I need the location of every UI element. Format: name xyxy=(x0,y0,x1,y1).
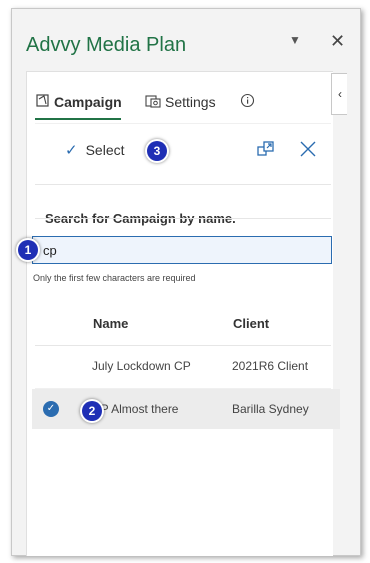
pane-close-icon[interactable]: ✕ xyxy=(330,31,345,52)
callout-badge-3: 3 xyxy=(147,141,167,161)
tab-info[interactable] xyxy=(240,91,255,113)
tab-divider xyxy=(35,123,331,124)
settings-icon xyxy=(145,94,161,111)
open-link-icon[interactable] xyxy=(256,139,276,164)
pane-options-chevron-icon[interactable]: ▼ xyxy=(289,33,301,47)
active-tab-indicator xyxy=(35,118,121,120)
search-hint: Only the first few characters are requir… xyxy=(33,273,196,283)
close-icon[interactable] xyxy=(298,139,318,164)
search-divider xyxy=(35,218,331,219)
toolbar-divider xyxy=(35,184,331,185)
campaign-icon xyxy=(35,93,50,111)
row-name: CP Almost there xyxy=(92,402,179,416)
row-client: Barilla Sydney xyxy=(232,402,309,416)
pane-scroll-strip xyxy=(347,71,360,555)
select-button-label: Select xyxy=(85,142,125,158)
table-row-selected[interactable]: ✓ CP Almost there Barilla Sydney xyxy=(32,389,340,429)
collapse-pane-chevron-icon[interactable]: ‹ xyxy=(331,73,348,115)
column-header-name[interactable]: Name xyxy=(93,316,128,331)
task-pane: Advvy Media Plan ▼ ✕ Campaign Settings ✓… xyxy=(11,8,361,556)
tab-settings-label: Settings xyxy=(165,94,216,110)
info-icon xyxy=(240,93,255,111)
tab-settings[interactable]: Settings xyxy=(145,91,216,113)
table-row[interactable]: July Lockdown CP 2021R6 Client xyxy=(32,346,340,386)
tab-campaign[interactable]: Campaign xyxy=(35,91,122,113)
checkmark-icon: ✓ xyxy=(65,142,78,159)
pane-title: Advvy Media Plan xyxy=(26,34,187,56)
tab-campaign-label: Campaign xyxy=(54,94,122,110)
column-header-client[interactable]: Client xyxy=(233,316,269,331)
row-name: July Lockdown CP xyxy=(92,359,191,373)
select-button[interactable]: ✓ Select xyxy=(65,141,125,159)
callout-badge-2: 2 xyxy=(82,401,102,421)
callout-badge-1: 1 xyxy=(18,240,38,260)
row-client: 2021R6 Client xyxy=(232,359,309,373)
pane-content: Campaign Settings ✓ Select 3 Search for … xyxy=(18,71,340,556)
search-input[interactable] xyxy=(32,236,332,264)
selected-check-icon[interactable]: ✓ xyxy=(43,401,59,417)
